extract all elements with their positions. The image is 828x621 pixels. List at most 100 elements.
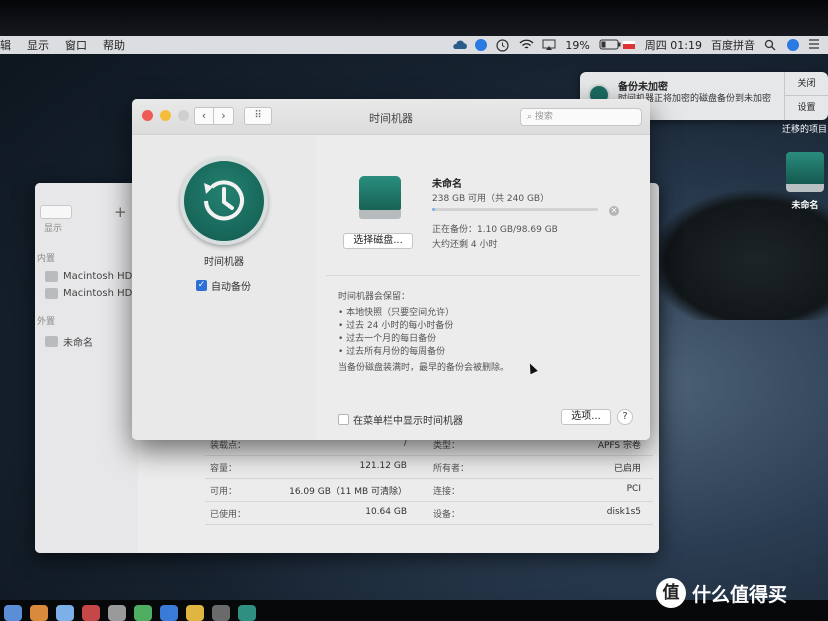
finder-sidebar: 内置 Macintosh HD Macintosh HD 外置 未命名 <box>35 183 138 553</box>
section-external: 外置 <box>37 317 56 327</box>
info-value: 10.64 GB <box>365 506 407 517</box>
auto-backup-checkbox[interactable]: ✓ 自动备份 <box>196 278 251 293</box>
view-label: 显示 <box>44 224 63 234</box>
notification-close-button[interactable]: 关闭 <box>785 72 828 96</box>
search-input[interactable]: ⌕ 搜索 <box>520 108 642 126</box>
desktop-drive-label: 未命名 <box>791 201 819 211</box>
select-disk-button[interactable]: 选择磁盘... <box>343 233 413 249</box>
info-key: 连接： <box>433 486 461 497</box>
sidebar-view-button[interactable] <box>40 205 72 219</box>
watermark-logo: 值 <box>656 578 686 608</box>
clock-icon[interactable] <box>496 39 510 52</box>
dock <box>0 602 640 621</box>
sidebar-item-label: Macintosh HD <box>63 288 133 299</box>
menu-view[interactable]: 显示 <box>27 37 49 53</box>
dock-app-icon[interactable] <box>56 605 74 621</box>
list-item: 本地快照（只要空间允许） <box>338 307 509 320</box>
info-key: 容量： <box>210 463 238 474</box>
backup-time-remaining: 大约还剩 4 小时 <box>432 240 498 250</box>
menu-list-icon[interactable] <box>808 39 822 51</box>
list-item: 过去 24 小时的每小时备份 <box>338 320 509 333</box>
cloud-icon[interactable] <box>452 39 468 51</box>
search-icon[interactable] <box>764 39 778 51</box>
list-item: 过去所有月份的每周备份 <box>338 346 509 359</box>
show-in-menubar-label: 在菜单栏中显示时间机器 <box>353 416 463 427</box>
search-app-icon[interactable] <box>475 39 488 51</box>
dock-app-icon[interactable] <box>160 605 178 621</box>
help-button[interactable]: ? <box>617 409 633 425</box>
screen-bezel-top <box>0 0 828 36</box>
table-row: 容量： 121.12 GB 所有者： 已启用 <box>205 456 653 479</box>
checkbox-box <box>338 414 349 425</box>
dock-app-icon[interactable] <box>186 605 204 621</box>
info-value: disk1s5 <box>606 506 641 517</box>
table-row: 可用： 16.09 GB（11 MB 可清除） 连接： PCI <box>205 479 653 502</box>
disk-icon <box>45 336 58 347</box>
battery-percent: 19% <box>565 38 590 52</box>
section-internal: 内置 <box>37 254 56 264</box>
watermark-text: 什么值得买 <box>692 583 788 606</box>
tm-right-panel: 选择磁盘... 未命名 238 GB 可用（共 240 GB） ✕ 正在备份：1… <box>316 136 650 440</box>
search-icon: ⌕ <box>527 112 535 122</box>
ime-label[interactable]: 百度拼音 <box>711 37 755 53</box>
retention-title: 时间机器会保留： <box>338 292 411 302</box>
sidebar-item-macintosh-hd[interactable]: Macintosh HD <box>35 268 138 285</box>
search-placeholder: 搜索 <box>534 112 553 122</box>
external-drive-icon <box>786 152 824 192</box>
wifi-icon[interactable] <box>519 39 534 51</box>
checkmark-icon: ✓ <box>196 280 207 291</box>
menubar: 辑 显示 窗口 帮助 19% 周四 01:19 百度拼音 <box>0 36 828 54</box>
list-item: 过去一个月的每日备份 <box>338 333 509 346</box>
info-value: 16.09 GB（11 MB 可清除） <box>289 486 407 497</box>
info-value: 已启用 <box>613 463 641 474</box>
info-key: 设备： <box>433 509 461 520</box>
menu-edit[interactable]: 辑 <box>0 37 11 53</box>
disk-icon <box>45 288 58 299</box>
airplay-icon[interactable] <box>542 39 556 51</box>
watermark: 值 什么值得买 <box>656 578 787 608</box>
dock-app-icon[interactable] <box>108 605 126 621</box>
backup-progress-bar <box>432 208 598 211</box>
dock-app-icon[interactable] <box>4 605 22 621</box>
user-avatar-icon[interactable] <box>787 39 799 51</box>
menubar-clock[interactable]: 周四 01:19 <box>645 37 702 53</box>
menu-help[interactable]: 帮助 <box>103 37 125 53</box>
add-icon[interactable]: + <box>114 203 127 221</box>
dock-app-icon[interactable] <box>82 605 100 621</box>
desktop-drive-icon[interactable]: 未命名 <box>782 152 828 211</box>
retention-info: 时间机器会保留： 本地快照（只要空间允许） 过去 24 小时的每小时备份 过去一… <box>338 291 509 375</box>
info-value: PCI <box>626 483 641 494</box>
dock-app-icon[interactable] <box>134 605 152 621</box>
dock-app-icon[interactable] <box>30 605 48 621</box>
backup-progress-fill <box>432 208 436 211</box>
full-disk-note: 当备份磁盘装满时，最早的备份会被删除。 <box>338 363 510 373</box>
backup-disk-icon <box>359 176 401 222</box>
menu-window[interactable]: 窗口 <box>65 37 87 53</box>
flag-icon[interactable] <box>622 39 636 51</box>
window-titlebar[interactable]: ‹ › ⠿ 时间机器 ⌕ 搜索 <box>132 99 650 135</box>
backup-status: 正在备份：1.10 GB/98.69 GB <box>432 225 558 235</box>
options-button[interactable]: 选项... <box>561 409 611 425</box>
sidebar-item-untitled[interactable]: 未命名 <box>35 331 138 352</box>
time-machine-icon <box>180 157 268 245</box>
battery-icon[interactable] <box>599 39 621 51</box>
divider <box>326 275 640 276</box>
dock-app-icon[interactable] <box>212 605 230 621</box>
info-key: 可用： <box>210 486 238 497</box>
disk-name: 未命名 <box>432 179 462 190</box>
notification-settings-button[interactable]: 设置 <box>785 96 828 120</box>
sidebar-item-label: Macintosh HD <box>63 271 133 282</box>
disk-size: 238 GB 可用（共 240 GB） <box>432 194 550 204</box>
show-in-menubar-checkbox[interactable]: 在菜单栏中显示时间机器 <box>338 412 463 427</box>
info-key: 所有者： <box>433 463 470 474</box>
info-key: 已使用： <box>210 509 247 520</box>
stop-backup-icon[interactable]: ✕ <box>609 206 619 216</box>
sidebar-item-label: 未命名 <box>63 338 93 349</box>
dock-app-icon[interactable] <box>238 605 256 621</box>
info-value: 121.12 GB <box>359 460 407 471</box>
notification-title: 备份未加密 <box>618 82 668 93</box>
desktop-item-label[interactable]: 迁移的项目 <box>782 122 827 135</box>
app-name: 时间机器 <box>204 257 244 268</box>
sidebar-item-macintosh-hd-data[interactable]: Macintosh HD <box>35 285 138 302</box>
table-row: 已使用： 10.64 GB 设备： disk1s5 <box>205 502 653 525</box>
